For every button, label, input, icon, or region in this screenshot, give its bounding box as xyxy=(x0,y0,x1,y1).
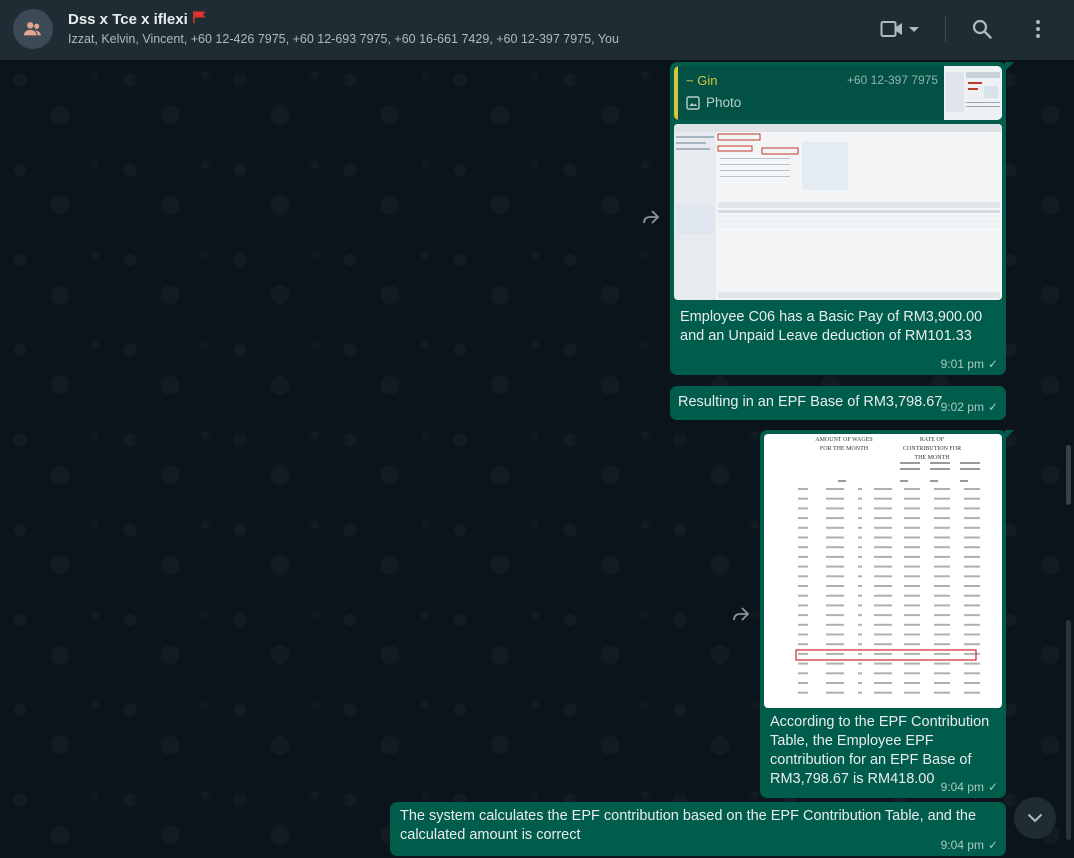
video-call-icon xyxy=(880,21,902,37)
quote-photo-text: Photo xyxy=(706,95,742,110)
chat-title-text: Dss x Tce x iflexi xyxy=(68,11,188,28)
message-text: Employee C06 has a Basic Pay of RM3,900.… xyxy=(680,309,983,344)
menu-button[interactable] xyxy=(1026,14,1050,44)
menu-icon xyxy=(1036,20,1040,38)
chat-header: Dss x Tce x iflexi Izzat, Kelvin, Vincen… xyxy=(0,0,1074,60)
quote-thumbnail[interactable] xyxy=(944,66,1002,120)
sent-check-icon: ✓ xyxy=(987,357,998,371)
message-bubble[interactable]: The system calculates the EPF contributi… xyxy=(390,802,1006,856)
message-meta: 9:01 pm ✓ xyxy=(941,357,998,371)
photo-icon xyxy=(686,95,700,110)
group-avatar-icon xyxy=(23,22,41,36)
message-bubble[interactable]: Resulting in an EPF Base of RM3,798.67 9… xyxy=(670,386,1006,420)
message-time: 9:04 pm xyxy=(940,838,984,852)
message-time: 9:02 pm xyxy=(940,400,984,414)
forward-button[interactable] xyxy=(640,206,662,228)
quote-photo-label: Photo xyxy=(686,95,741,110)
message-text: The system calculates the EPF contributi… xyxy=(400,808,977,843)
message-bubble[interactable]: ~ Gin +60 12-397 7975 Photo Employee C06… xyxy=(670,62,1014,375)
search-button[interactable] xyxy=(968,14,996,44)
forward-icon xyxy=(733,607,750,621)
video-call-button[interactable] xyxy=(876,14,924,44)
flag-icon xyxy=(192,10,208,27)
sent-check-icon: ✓ xyxy=(987,400,998,414)
message-meta: 9:04 pm ✓ xyxy=(941,780,998,794)
chevron-down-icon xyxy=(1027,813,1043,823)
chat-title[interactable]: Dss x Tce x iflexi xyxy=(68,10,208,28)
chevron-down-icon xyxy=(909,27,919,32)
forward-button[interactable] xyxy=(730,603,752,625)
header-divider xyxy=(945,16,946,42)
message-time: 9:01 pm xyxy=(940,357,984,371)
chat-members[interactable]: Izzat, Kelvin, Vincent, +60 12-426 7975,… xyxy=(68,32,619,46)
epf-table-image[interactable]: AMOUNT OF WAGES FOR THE MONTH RATE OF CO… xyxy=(764,434,1002,708)
quote-accent-bar xyxy=(674,66,678,120)
group-avatar[interactable] xyxy=(13,9,53,49)
screenshot-image[interactable] xyxy=(674,124,1002,300)
forward-icon xyxy=(643,210,660,224)
search-icon xyxy=(972,19,992,39)
message-text: According to the EPF Contribution Table,… xyxy=(770,714,990,787)
scroll-to-bottom-button[interactable] xyxy=(1014,797,1056,839)
quote-sender-phone: +60 12-397 7975 xyxy=(846,73,938,87)
message-time: 9:04 pm xyxy=(940,780,984,794)
chat-panel[interactable]: ~ Gin +60 12-397 7975 Photo Employee C06… xyxy=(0,60,1074,858)
sent-check-icon: ✓ xyxy=(987,780,998,794)
quoted-message[interactable]: ~ Gin +60 12-397 7975 Photo xyxy=(674,66,1002,120)
quote-sender-name: ~ Gin xyxy=(686,73,718,88)
message-meta: 9:04 pm ✓ xyxy=(941,838,998,852)
message-meta: 9:02 pm ✓ xyxy=(941,400,998,414)
sent-check-icon: ✓ xyxy=(987,838,998,852)
message-bubble[interactable]: AMOUNT OF WAGES FOR THE MONTH RATE OF CO… xyxy=(760,430,1014,798)
scrollbar-track xyxy=(1066,620,1071,840)
scrollbar-thumb[interactable] xyxy=(1066,445,1071,505)
message-text: Resulting in an EPF Base of RM3,798.67 xyxy=(678,394,943,410)
